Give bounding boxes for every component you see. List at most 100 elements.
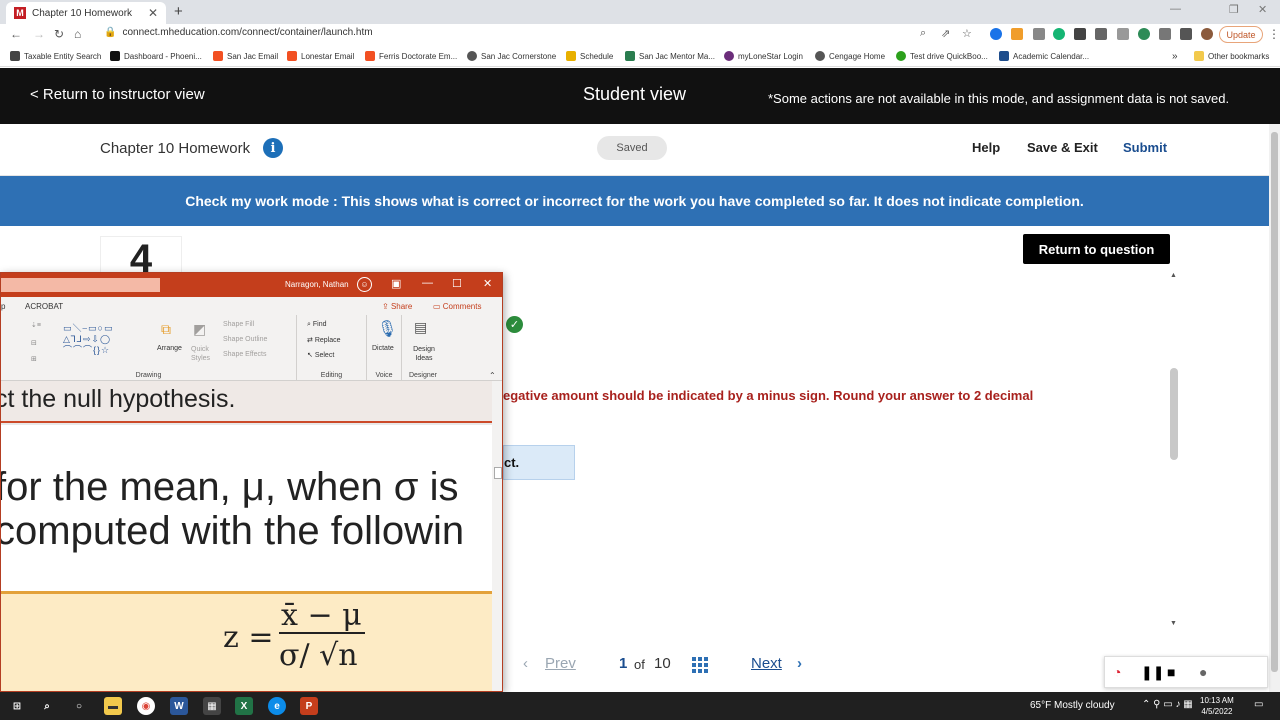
ppt-maximize-icon[interactable]: ☐ [452,277,462,290]
grammarly-icon[interactable] [1053,28,1065,40]
find-button[interactable]: ⌕ Find [307,321,327,329]
replace-button[interactable]: ⇄ Replace [307,336,341,344]
file-explorer-icon[interactable]: ▬ [104,697,122,715]
bookmark-item[interactable]: Cengage Home [815,51,885,61]
stop-icon[interactable]: ■ [1167,664,1175,680]
bookmark-item[interactable]: Ferris Doctorate Em... [365,51,457,61]
edge-icon[interactable]: e [268,697,286,715]
ribbon-display-icon[interactable]: ▣ [391,277,401,290]
minimize-icon[interactable]: — [1170,3,1181,15]
bookmark-item[interactable]: San Jac Cornerstone [467,51,556,61]
powerpoint-icon[interactable]: P [300,697,318,715]
bookmark-item[interactable]: Test drive QuickBoo... [896,51,988,61]
arrange-icon[interactable]: ⧉ [161,321,171,338]
calculator-icon[interactable]: ▦ [203,697,221,715]
quick-styles-icon[interactable]: ◩ [193,321,206,338]
forward-icon[interactable]: → [33,27,45,41]
ppt-scroll-thumb[interactable] [494,467,502,479]
extension-icon[interactable] [1095,28,1107,40]
design-ideas-button[interactable]: Design Ideas [410,345,438,363]
share-button[interactable]: ⇪ Share [382,302,412,311]
bookmark-item[interactable]: Taxable Entity Search [10,51,101,61]
address-bar[interactable]: 🔒 connect.mheducation.com/connect/contain… [104,27,373,38]
bookmark-star-icon[interactable]: ☆ [962,27,972,40]
restore-icon[interactable]: ❐ [1229,3,1239,16]
shape-effects-button[interactable]: Shape Effects [223,351,266,358]
return-to-instructor-link[interactable]: < Return to instructor view [30,86,205,103]
comments-button[interactable]: ▭ Comments [433,302,481,311]
excel-icon[interactable]: X [235,697,253,715]
extension-icon[interactable] [990,28,1002,40]
new-tab-icon[interactable]: + [174,3,183,20]
clock[interactable]: 10:13 AM 4/5/2022 [1200,695,1234,717]
slide-canvas[interactable]: ct the null hypothesis. for the mean, μ,… [1,381,492,691]
microphone-icon[interactable]: ● [1199,664,1207,680]
system-tray-icons[interactable]: ⌃ ⚲ ▭ ♪ ▦ [1142,699,1193,710]
extension-icon[interactable] [1138,28,1150,40]
question-scrollbar[interactable]: ▲ ▼ [1168,272,1180,627]
menu-icon[interactable]: ⋮ [1268,27,1280,41]
windows-start-icon[interactable]: ⊞ [8,697,26,715]
chrome-icon[interactable]: ◉ [137,697,155,715]
page-scrollbar[interactable] [1269,124,1280,692]
ppt-scrollbar[interactable] [492,381,502,691]
list-indent-icon[interactable]: ⇣≡ [31,321,41,329]
ppt-close-icon[interactable]: ✕ [483,277,492,290]
browser-tab[interactable]: M Chapter 10 Homework ✕ [6,2,166,24]
bookmark-item[interactable]: Schedule [566,51,613,61]
back-icon[interactable]: ← [10,27,22,41]
bookmark-item[interactable]: Lonestar Email [287,51,354,61]
shape-outline-button[interactable]: Shape Outline [223,336,267,343]
microphone-icon[interactable]: 🎙 [377,319,397,339]
task-view-icon[interactable]: ○ [70,697,88,715]
scroll-thumb[interactable] [1170,368,1178,460]
info-icon[interactable]: i [263,138,283,158]
weather-widget[interactable]: 65°F Mostly cloudy [1030,700,1115,711]
chevron-left-icon[interactable]: ‹ [523,655,528,672]
page-scroll-thumb[interactable] [1271,132,1278,672]
search-icon[interactable]: ⌕ [38,697,56,715]
scroll-down-icon[interactable]: ▼ [1170,620,1177,627]
close-window-icon[interactable]: ✕ [1258,3,1267,16]
bookmark-item[interactable]: Academic Calendar... [999,51,1089,61]
ribbon-tab[interactable]: p [1,302,5,311]
arrange-text-icon[interactable]: ⊞ [31,355,37,363]
shape-fill-button[interactable]: Shape Fill [223,321,254,328]
save-exit-button[interactable]: Save & Exit [1027,140,1098,155]
shapes-gallery[interactable]: ▭＼⎯▭○▭ △⅂⅃⇨⇩◯ ⌒⌒⌒{}☆ [63,323,113,356]
zoom-icon[interactable]: ⌕ [920,27,926,40]
ribbon-tab-acrobat[interactable]: ACROBAT [25,302,63,311]
other-bookmarks[interactable]: Other bookmarks [1194,51,1269,61]
help-button[interactable]: Help [972,140,1000,155]
design-ideas-icon[interactable]: ▤ [414,319,427,336]
bookmark-item[interactable]: Dashboard - Phoeni... [110,51,202,61]
collapse-ribbon-icon[interactable]: ⌃ [489,371,496,380]
pause-icon[interactable]: ❚❚ [1141,664,1164,681]
extension-icon[interactable] [1074,28,1086,40]
bookmark-item[interactable]: San Jac Email [213,51,278,61]
quick-styles-button[interactable]: Quick Styles [191,345,213,363]
return-to-question-button[interactable]: Return to question [1023,234,1170,264]
user-avatar-icon[interactable]: ☺ [357,277,372,292]
prev-button[interactable]: Prev [545,655,576,672]
extension-icon[interactable] [1033,28,1045,40]
notifications-icon[interactable]: ▭ [1254,699,1263,710]
align-icon[interactable]: ⊟ [31,339,37,347]
dictate-button[interactable]: Dictate [372,345,394,352]
extension-icon[interactable] [1117,28,1129,40]
scroll-up-icon[interactable]: ▲ [1170,272,1177,279]
reload-icon[interactable]: ↻ [54,27,64,41]
bookmark-item[interactable]: myLoneStar Login [724,51,803,61]
chevron-right-icon[interactable]: › [797,655,802,672]
extensions-puzzle-icon[interactable] [1159,28,1171,40]
share-icon[interactable]: ⇗ [941,27,950,40]
arrange-button[interactable]: Arrange [157,345,182,352]
question-grid-icon[interactable] [692,657,708,673]
submit-button[interactable]: Submit [1123,140,1167,155]
extension-icon[interactable] [1011,28,1023,40]
close-tab-icon[interactable]: ✕ [148,6,158,20]
next-button[interactable]: Next [751,655,782,672]
select-button[interactable]: ↖ Select [307,351,334,359]
side-panel-icon[interactable] [1180,28,1192,40]
ppt-minimize-icon[interactable]: — [422,277,433,289]
